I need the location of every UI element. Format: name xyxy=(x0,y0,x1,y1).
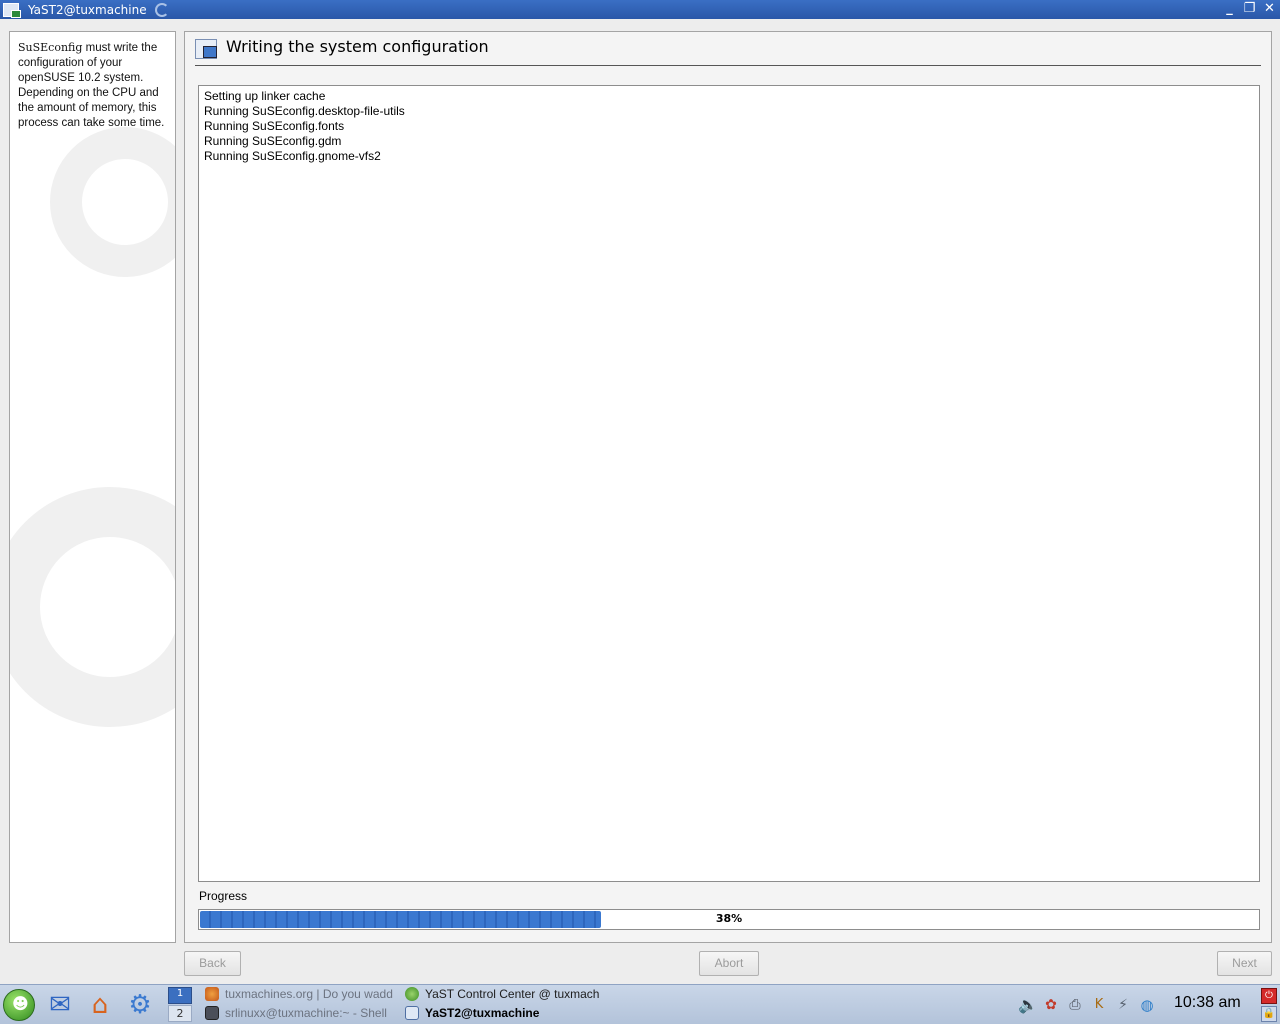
clock[interactable]: 10:38 am xyxy=(1174,994,1241,1012)
task-label: YaST2@tuxmachine xyxy=(425,1006,540,1020)
progress-label: Progress xyxy=(199,889,248,903)
help-body: must write the configuration of your ope… xyxy=(18,42,165,129)
log-output[interactable]: Setting up linker cache Running SuSEconf… xyxy=(198,85,1260,882)
desktop-2[interactable]: 2 xyxy=(168,1005,192,1022)
system-config-icon xyxy=(195,39,217,59)
yast2-icon xyxy=(405,1006,419,1020)
lifebuoy-decoration xyxy=(50,127,175,277)
network-plug-icon[interactable]: ⚡ xyxy=(1114,995,1132,1015)
lock-screen-icon[interactable]: 🔒 xyxy=(1261,1006,1277,1022)
task-shell[interactable]: srlinuxx@tuxmachine:~ - Shell xyxy=(205,1004,398,1022)
yast-app-icon[interactable] xyxy=(3,2,21,18)
log-line: Setting up linker cache xyxy=(204,89,326,103)
log-line: Running SuSEconfig.fonts xyxy=(204,119,345,133)
log-line: Running SuSEconfig.desktop-file-utils xyxy=(204,104,405,118)
klipper-icon[interactable]: K xyxy=(1090,995,1108,1015)
main-pane: Writing the system configuration Setting… xyxy=(184,31,1272,943)
task-yast-control-center[interactable]: YaST Control Center @ tuxmach xyxy=(405,985,600,1003)
firefox-icon xyxy=(205,987,219,1001)
task-label: YaST Control Center @ tuxmach xyxy=(425,987,600,1001)
task-yast2[interactable]: YaST2@tuxmachine xyxy=(405,1004,600,1022)
suse-swirl-icon xyxy=(154,2,169,17)
yast-icon xyxy=(405,987,419,1001)
printer-icon[interactable]: ⎙ xyxy=(1066,995,1084,1015)
update-notifier-icon[interactable]: ✿ xyxy=(1042,995,1060,1015)
lifebuoy-decoration xyxy=(10,487,175,727)
volume-icon[interactable]: 🔈 xyxy=(1018,995,1038,1015)
close-icon[interactable]: ✕ xyxy=(1261,1,1278,17)
help-code-word: SuSEconfig xyxy=(18,41,83,54)
konqueror-icon[interactable]: ⚙ xyxy=(124,989,156,1021)
log-line: Running SuSEconfig.gdm xyxy=(204,134,342,148)
logout-icon[interactable]: ⏻ xyxy=(1261,988,1277,1004)
kde-menu-icon[interactable] xyxy=(3,989,35,1021)
next-button[interactable]: Next xyxy=(1217,951,1272,976)
abort-button[interactable]: Abort xyxy=(699,951,759,976)
task-label: tuxmachines.org | Do you wadd xyxy=(225,987,393,1001)
desktop-pager[interactable]: 1 2 xyxy=(168,987,192,1023)
globe-icon[interactable]: ◍ xyxy=(1138,995,1156,1015)
progress-percent: 38% xyxy=(715,912,743,925)
help-pane: SuSEconfig must write the configuration … xyxy=(9,31,176,943)
task-label: srlinuxx@tuxmachine:~ - Shell xyxy=(225,1006,387,1020)
minimize-icon[interactable]: _ xyxy=(1221,1,1238,17)
mail-launcher-icon[interactable]: ✉ xyxy=(44,989,76,1021)
taskbar: ✉ ⌂ ⚙ 1 2 tuxmachines.org | Do you wadd … xyxy=(0,984,1280,1024)
progress-bar: 38% xyxy=(198,909,1260,930)
terminal-icon xyxy=(205,1006,219,1020)
window-titlebar[interactable]: YaST2@tuxmachine _ ❐ ✕ xyxy=(0,0,1280,19)
window-title: YaST2@tuxmachine xyxy=(28,2,147,17)
task-firefox[interactable]: tuxmachines.org | Do you wadd xyxy=(205,985,398,1003)
title-divider xyxy=(195,65,1261,66)
home-folder-icon[interactable]: ⌂ xyxy=(84,989,116,1021)
help-text: SuSEconfig must write the configuration … xyxy=(10,32,175,131)
maximize-icon[interactable]: ❐ xyxy=(1241,1,1258,17)
log-line: Running SuSEconfig.gnome-vfs2 xyxy=(204,149,381,163)
desktop-1[interactable]: 1 xyxy=(168,987,192,1004)
back-button[interactable]: Back xyxy=(184,951,241,976)
page-title: Writing the system configuration xyxy=(226,37,489,56)
